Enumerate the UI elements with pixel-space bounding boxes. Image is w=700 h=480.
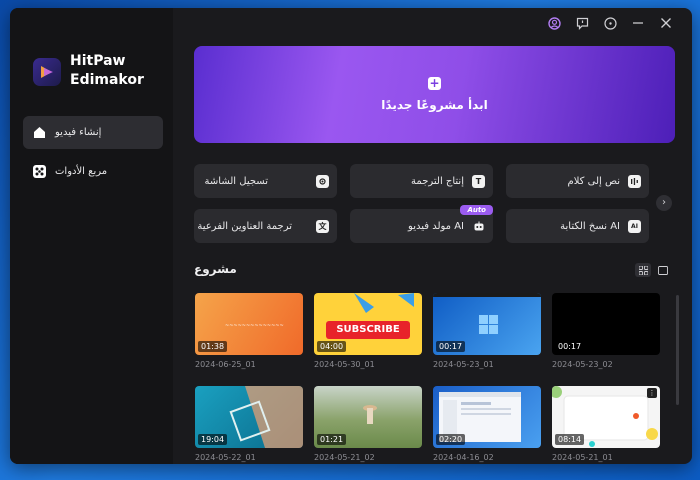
- sidebar-item-create-video[interactable]: إنشاء فيديو: [23, 116, 163, 149]
- project-thumbnail[interactable]: ~~~~~~~~~~~~~~ 01:38: [195, 293, 303, 355]
- home-icon: [32, 126, 46, 140]
- scrollbar[interactable]: [676, 295, 679, 405]
- section-title: مشروع: [194, 262, 237, 276]
- titlebar-controls: [540, 12, 680, 34]
- tool-label: تسجيل الشاشة: [204, 175, 268, 187]
- tool-label: نص إلى كلام: [567, 175, 620, 187]
- project-thumbnail[interactable]: 02:20: [433, 386, 541, 448]
- project-name: 2024-05-22_01: [195, 453, 256, 462]
- ai-video-generator-icon: [472, 220, 485, 233]
- view-toggle: [635, 263, 671, 277]
- sidebar-item-label: إنشاء فيديو: [55, 127, 102, 138]
- duration-label: 04:00: [317, 341, 347, 352]
- subtitle-translate-icon: 文: [316, 219, 329, 233]
- tool-label: ترجمة العناوين الفرعية: [197, 220, 292, 232]
- project-thumbnail[interactable]: 00:17: [552, 293, 660, 355]
- project-name: 2024-04-16_02: [433, 453, 494, 462]
- duration-label: 02:20: [436, 434, 466, 445]
- plus-icon: +: [428, 76, 441, 90]
- new-project-label: ابدأ مشروعًا جديدًا: [381, 98, 488, 112]
- duration-label: 01:38: [198, 341, 228, 352]
- duration-label: 00:17: [555, 341, 585, 352]
- duration-label: 01:21: [317, 434, 347, 445]
- project-name: 2024-05-23_02: [552, 360, 613, 369]
- tool-subtitle-generation[interactable]: T إنتاج الترجمة: [350, 164, 493, 198]
- tool-screen-record[interactable]: تسجيل الشاشة: [194, 164, 337, 198]
- app-name-line1: HitPaw: [70, 53, 126, 69]
- project-thumbnail[interactable]: 01:21: [314, 386, 422, 448]
- project-name: 2024-05-21_02: [314, 453, 375, 462]
- tool-ai-copywriting[interactable]: AI نسخ الكتابة AI: [506, 209, 649, 243]
- more-options-icon[interactable]: ⋮: [647, 388, 657, 398]
- minimize-icon[interactable]: [624, 12, 652, 34]
- feedback-icon[interactable]: [568, 12, 596, 34]
- tool-label: إنتاج الترجمة: [411, 175, 464, 187]
- chevron-right-icon[interactable]: ›: [656, 195, 672, 211]
- grid-view-icon[interactable]: [635, 263, 651, 277]
- tool-subtitle-translate[interactable]: 文 ترجمة العناوين الفرعية: [194, 209, 337, 243]
- auto-badge: Auto: [460, 205, 493, 215]
- project-thumbnail[interactable]: 00:17: [433, 293, 541, 355]
- tool-label: نسخ الكتابة AI: [560, 220, 620, 232]
- screen-record-icon: [316, 174, 329, 188]
- sidebar: HitPaw Edimakor إنشاء فيديو مربع الأدوات: [10, 8, 173, 464]
- app-name-line2: Edimakor: [70, 72, 144, 88]
- tool-label: مولد فيديو AI: [408, 220, 464, 232]
- project-name: 2024-05-23_01: [433, 360, 494, 369]
- app-window: HitPaw Edimakor إنشاء فيديو مربع الأدوات: [10, 8, 692, 464]
- duration-label: 00:17: [436, 341, 466, 352]
- thumbnail-text: SUBSCRIBE: [336, 324, 400, 335]
- sidebar-item-label: مربع الأدوات: [55, 166, 108, 177]
- new-project-button[interactable]: + ابدأ مشروعًا جديدًا: [194, 46, 675, 143]
- tool-text-to-speech[interactable]: نص إلى كلام: [506, 164, 649, 198]
- project-name: 2024-05-30_01: [314, 360, 375, 369]
- project-name: 2024-06-25_01: [195, 360, 256, 369]
- svg-text:~~~~~~~~~~~~~~: ~~~~~~~~~~~~~~: [225, 323, 284, 329]
- text-to-speech-icon: [628, 174, 641, 188]
- project-thumbnail[interactable]: SUBSCRIBE 04:00: [314, 293, 422, 355]
- project-thumbnail[interactable]: ⋮ 08:14: [552, 386, 660, 448]
- duration-label: 19:04: [198, 434, 228, 445]
- menu-icon[interactable]: [596, 12, 624, 34]
- toolbox-icon: [32, 165, 46, 179]
- app-name: HitPaw Edimakor: [70, 52, 170, 90]
- large-view-icon[interactable]: [655, 263, 671, 277]
- sidebar-item-toolbox[interactable]: مربع الأدوات: [23, 155, 163, 188]
- ai-copywriting-icon: AI: [628, 219, 641, 233]
- user-icon[interactable]: [540, 12, 568, 34]
- project-thumbnail[interactable]: 19:04: [195, 386, 303, 448]
- app-logo: [33, 58, 61, 86]
- close-icon[interactable]: [652, 12, 680, 34]
- duration-label: 08:14: [555, 434, 585, 445]
- subtitle-generation-icon: T: [472, 174, 485, 188]
- tool-ai-video-generator[interactable]: Auto مولد فيديو AI: [350, 205, 493, 243]
- project-name: 2024-05-21_01: [552, 453, 613, 462]
